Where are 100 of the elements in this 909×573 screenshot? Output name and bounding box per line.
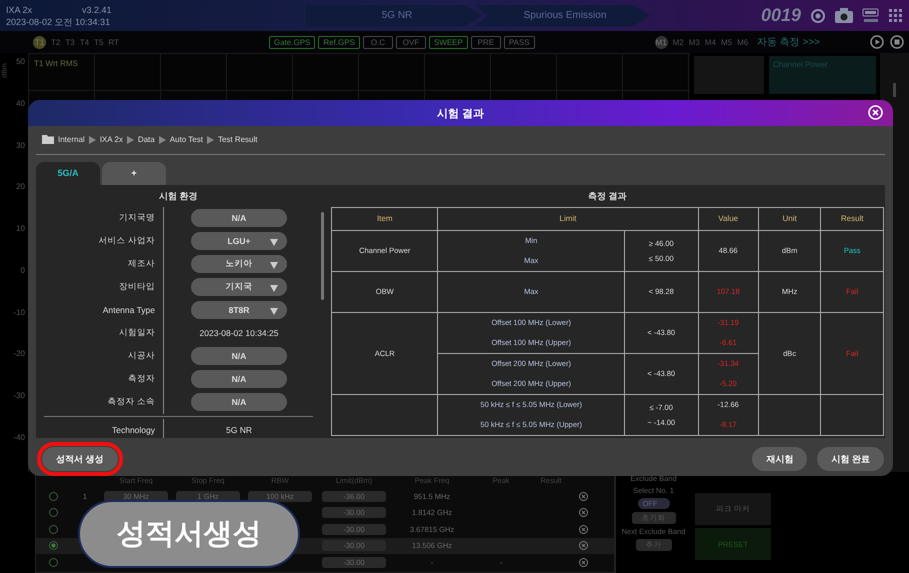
radio-button[interactable]: [48, 508, 58, 518]
marker-tab[interactable]: M5: [720, 38, 732, 46]
mode-step[interactable]: Spurious Emission: [474, 4, 650, 26]
field-value: 5G NR: [226, 425, 252, 436]
radio-button[interactable]: [48, 541, 58, 550]
section-title: 측정 결과: [587, 190, 628, 203]
status-chip: SWEEP: [428, 36, 468, 48]
status-chip: Ref.GPS: [318, 36, 360, 48]
dropdown[interactable]: 노키아: [191, 255, 287, 274]
close-icon[interactable]: [578, 492, 588, 501]
axis-label: 10: [16, 224, 25, 234]
caret-icon: [270, 262, 278, 270]
caret-icon: [270, 285, 278, 292]
close-icon[interactable]: [578, 508, 588, 518]
column-header: Item: [376, 214, 392, 224]
generate-report-button[interactable]: 성적서 생성: [42, 447, 118, 471]
column-header: Limit: [560, 214, 576, 224]
dialog-title: 시험 결과: [436, 106, 484, 120]
trace-label: T1 Wrt RMS: [34, 59, 78, 68]
chevron-icon: [158, 136, 166, 144]
close-icon[interactable]: [578, 524, 588, 534]
close-icon[interactable]: [578, 558, 588, 567]
dropdown[interactable]: 8T8R: [191, 301, 287, 320]
axis-label: 20: [16, 182, 25, 192]
field-label: 제조사: [127, 258, 156, 270]
trace-tab[interactable]: RT: [108, 38, 119, 46]
folder-icon: [42, 135, 54, 144]
marker-tab[interactable]: M6: [737, 38, 748, 46]
axis-label: 40: [16, 98, 25, 108]
chevron-icon: [126, 136, 134, 144]
field-value: 2023-08-02 10:34:25: [200, 328, 278, 338]
status-chip: O.C: [362, 36, 393, 48]
auto-measure-link[interactable]: 자동 측정 >>>: [756, 35, 820, 49]
axis-label: -20: [13, 349, 25, 358]
device-name: IXA 2x: [6, 4, 32, 16]
breadcrumb-item[interactable]: Data: [138, 135, 155, 144]
battery-icon: [862, 8, 880, 23]
grid-menu-icon[interactable]: [889, 8, 903, 22]
axis-label: -10: [13, 308, 25, 317]
column-header: Result: [840, 214, 864, 224]
field-label: 시험일자: [118, 327, 156, 340]
stop-icon[interactable]: [890, 35, 904, 49]
field-label: 측정자 소속: [106, 396, 156, 408]
input-field[interactable]: N/A: [191, 393, 287, 412]
section-title: 시험 환경: [158, 190, 199, 203]
dropdown[interactable]: LGU+: [191, 232, 287, 250]
play-icon[interactable]: [870, 35, 884, 49]
column-header: Value: [718, 214, 738, 224]
field-label: Antenna Type: [102, 305, 156, 316]
field-label: Technology: [110, 425, 156, 436]
marker-tab[interactable]: M2: [672, 38, 684, 46]
camera-icon[interactable]: [835, 8, 853, 23]
input-field[interactable]: N/A: [191, 347, 287, 366]
radio-button[interactable]: [48, 492, 58, 501]
status-chip: Gate.GPS: [268, 36, 316, 48]
radio-button[interactable]: [48, 524, 58, 534]
breadcrumb-item[interactable]: IXA 2x: [100, 135, 123, 144]
trace-tab[interactable]: T2: [51, 38, 60, 46]
marker-tab[interactable]: M3: [688, 38, 700, 46]
radio-button[interactable]: [48, 558, 58, 567]
trace-tab[interactable]: T1: [33, 36, 46, 48]
input-field[interactable]: N/A: [191, 370, 287, 388]
dialog-button[interactable]: 재시험: [752, 447, 808, 471]
field-label: 기지국명: [118, 212, 156, 224]
trace-tab[interactable]: T4: [80, 38, 90, 46]
mode-step[interactable]: 5G NR: [306, 4, 482, 26]
trace-tab[interactable]: T3: [65, 38, 75, 46]
target-icon[interactable]: [810, 8, 826, 24]
close-icon[interactable]: [578, 541, 588, 550]
tab[interactable]: +: [102, 162, 166, 185]
field-label: 시공사: [127, 350, 156, 362]
marker-tab[interactable]: M4: [704, 38, 716, 46]
chevron-icon: [206, 136, 214, 144]
status-chip: PRE: [470, 36, 501, 48]
tab[interactable]: 5G/A: [36, 162, 100, 185]
status-chip: OVF: [396, 36, 426, 48]
axis-label: -30: [13, 391, 25, 400]
counter-label: 0019: [760, 5, 801, 26]
marker-tab[interactable]: M1: [654, 36, 668, 48]
caret-icon: [270, 239, 278, 246]
version-label: v3.2.41: [82, 4, 112, 16]
axis-label: 50: [16, 57, 25, 66]
dialog-button[interactable]: 시험 완료: [817, 447, 884, 471]
input-field[interactable]: N/A: [191, 209, 287, 228]
axis-label: -40: [13, 432, 25, 442]
field-label: 서비스 사업자: [98, 235, 156, 248]
dropdown[interactable]: 기지국: [191, 278, 287, 296]
breadcrumb-item[interactable]: Internal: [58, 135, 85, 144]
field-label: 장비타입: [118, 281, 156, 294]
axis-label: 0: [20, 266, 25, 275]
status-chip: PASS: [504, 36, 535, 48]
column-header: Unit: [782, 214, 797, 224]
date-time: 2023-08-02 오전 10:34:31: [6, 16, 112, 28]
caret-icon: [270, 308, 278, 316]
chevron-icon: [88, 136, 96, 144]
trace-tab[interactable]: T5: [94, 38, 104, 46]
field-label: 측정자: [127, 373, 156, 386]
breadcrumb-item[interactable]: Auto Test: [170, 135, 203, 144]
breadcrumb-item[interactable]: Test Result: [218, 135, 258, 144]
callout-label: 성적서생성: [78, 500, 300, 568]
